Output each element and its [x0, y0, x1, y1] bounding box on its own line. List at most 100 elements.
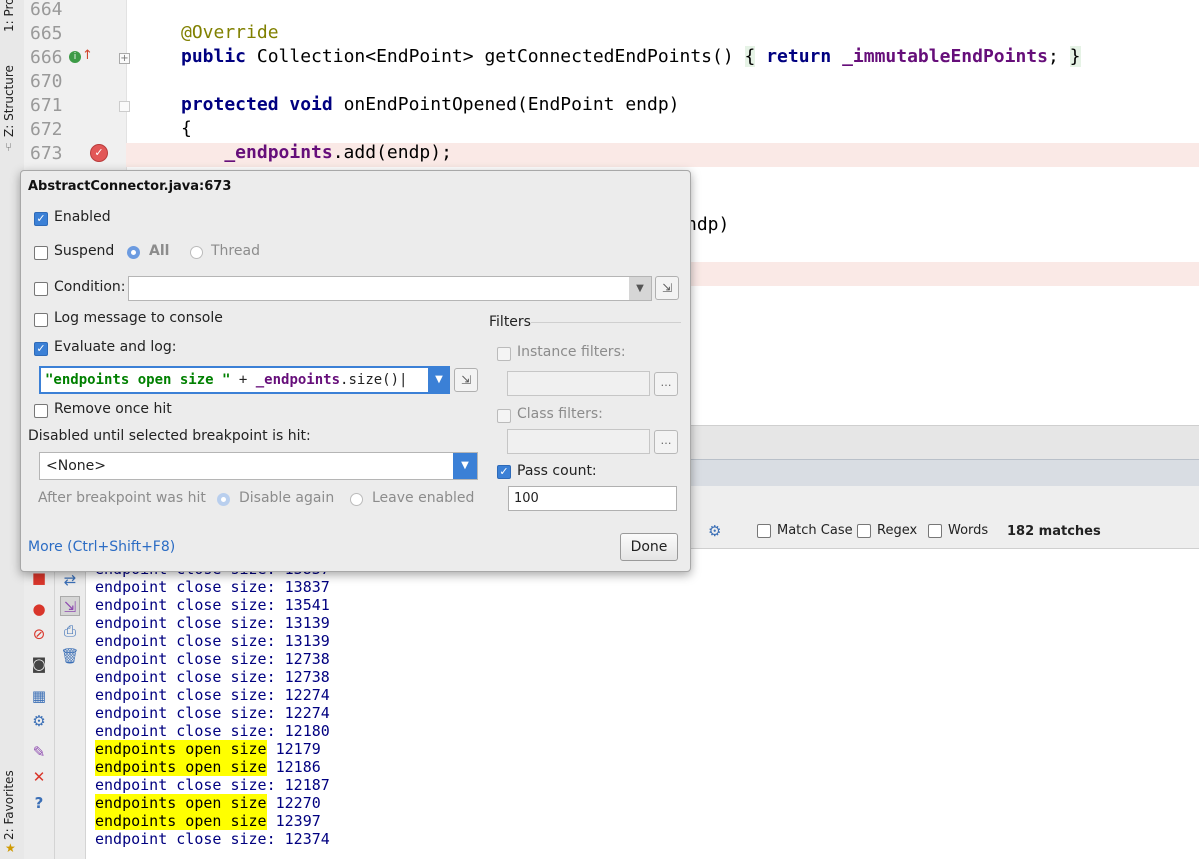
- pass-count-checkbox[interactable]: ✓: [497, 465, 511, 479]
- instance-filters-checkbox[interactable]: [497, 347, 511, 361]
- scroll-to-end-icon[interactable]: ⇲: [60, 596, 80, 616]
- code-line: @Override: [181, 22, 279, 43]
- console-line: endpoints open size 12397: [95, 812, 330, 830]
- brace: {: [744, 46, 756, 67]
- leave-enabled-radio[interactable]: [350, 493, 363, 506]
- code-text: onEndPointOpened(EndPoint endp): [332, 94, 680, 115]
- match-count: 182 matches: [1007, 524, 1101, 539]
- evaluate-dropdown-icon[interactable]: ▼: [428, 366, 450, 394]
- console-text: endpoint close size: 13139: [95, 614, 330, 632]
- more-link[interactable]: More (Ctrl+Shift+F8): [28, 539, 175, 555]
- line-number: 664: [30, 0, 63, 20]
- structure-tool-tab[interactable]: Z: Structure: [2, 65, 16, 137]
- code-line: _endpoints.add(endp);: [181, 142, 452, 163]
- close-icon[interactable]: ✕: [29, 767, 49, 787]
- fold-expand-icon[interactable]: +: [119, 53, 130, 64]
- class-filters-input[interactable]: [507, 429, 650, 454]
- breakpoint-popup: AbstractConnector.java:673 ✓ Enabled Sus…: [20, 170, 691, 572]
- implements-icon[interactable]: i: [69, 51, 81, 63]
- brace: }: [1069, 46, 1081, 67]
- line-number: 670: [30, 71, 63, 92]
- console-line: endpoints open size 12179: [95, 740, 330, 758]
- console-line: endpoint close size: 12738: [95, 650, 330, 668]
- evaluate-label: Evaluate and log:: [54, 339, 177, 355]
- field: _endpoints: [181, 142, 333, 163]
- console-text: 12397: [266, 812, 321, 830]
- enabled-checkbox[interactable]: ✓: [34, 212, 48, 226]
- console-line: endpoint close size: 12738: [95, 668, 330, 686]
- code-text: {: [181, 118, 192, 139]
- camera-icon[interactable]: ◙: [29, 654, 49, 674]
- console-line: endpoint close size: 12180: [95, 722, 330, 740]
- console-text: endpoint close size: 12274: [95, 686, 330, 704]
- suspend-all-radio[interactable]: [127, 246, 140, 259]
- star-icon: ★: [5, 841, 16, 855]
- pin-icon[interactable]: ✎: [29, 742, 49, 762]
- fold-collapse-icon[interactable]: [119, 101, 130, 112]
- condition-expand-icon[interactable]: ⇲: [655, 276, 679, 300]
- popup-title: AbstractConnector.java:673: [28, 179, 232, 194]
- search-highlight: endpoints open size: [95, 794, 267, 812]
- layout-icon[interactable]: ▦: [29, 686, 49, 706]
- console-line: endpoint close size: 12274: [95, 686, 330, 704]
- breakpoint-icon[interactable]: ✓: [90, 144, 108, 162]
- evaluate-expand-icon[interactable]: ⇲: [454, 368, 478, 392]
- condition-input[interactable]: ▼: [128, 276, 652, 301]
- log-message-checkbox[interactable]: [34, 313, 48, 327]
- console-line: endpoint close size: 12187: [95, 776, 330, 794]
- condition-dropdown-icon[interactable]: ▼: [629, 277, 651, 300]
- instance-filters-input[interactable]: [507, 371, 650, 396]
- instance-filters-label: Instance filters:: [517, 344, 626, 360]
- disabled-until-value: <None>: [46, 458, 106, 474]
- code-line: protected void onEndPointOpened(EndPoint…: [181, 94, 680, 115]
- remove-once-hit-checkbox[interactable]: [34, 404, 48, 418]
- suspend-label: Suspend: [54, 243, 115, 259]
- suspend-checkbox[interactable]: [34, 246, 48, 260]
- disabled-until-label: Disabled until selected breakpoint is hi…: [28, 428, 311, 444]
- console-text: endpoint close size: 12180: [95, 722, 330, 740]
- mute-breakpoints-icon[interactable]: ⊘: [29, 624, 49, 644]
- settings-icon[interactable]: ⚙: [708, 522, 721, 540]
- suspend-thread-radio[interactable]: [190, 246, 203, 259]
- console-text: 12186: [266, 758, 321, 776]
- done-button[interactable]: Done: [620, 533, 678, 561]
- soft-wrap-icon[interactable]: ⇄: [60, 570, 80, 590]
- regex-checkbox[interactable]: Regex: [857, 523, 917, 538]
- words-checkbox[interactable]: Words: [928, 523, 988, 538]
- keyword: return: [755, 46, 832, 67]
- keyword: protected: [181, 94, 279, 115]
- disable-again-label: Disable again: [239, 490, 335, 506]
- disable-again-radio[interactable]: [217, 493, 230, 506]
- class-filters-checkbox[interactable]: [497, 409, 511, 423]
- trash-icon[interactable]: 🗑: [60, 646, 80, 666]
- keyword: public: [181, 46, 247, 67]
- console-line: endpoint close size: 12274: [95, 704, 330, 722]
- condition-checkbox[interactable]: [34, 282, 48, 296]
- line-number: 665: [30, 23, 63, 44]
- print-icon[interactable]: ⎙: [60, 621, 80, 641]
- match-case-checkbox[interactable]: Match Case: [757, 523, 853, 538]
- evaluate-checkbox[interactable]: ✓: [34, 342, 48, 356]
- disabled-until-select[interactable]: <None> ▼: [39, 452, 478, 480]
- override-arrow-icon[interactable]: ↑: [82, 48, 93, 63]
- disabled-until-dropdown-icon[interactable]: ▼: [453, 453, 477, 479]
- project-tool-tab[interactable]: 1: Proj: [2, 0, 16, 32]
- console-text: 12270: [266, 794, 321, 812]
- pass-count-input[interactable]: 100: [508, 486, 677, 511]
- evaluate-expression-input[interactable]: "endpoints open size " + _endpoints.size…: [39, 366, 450, 394]
- words-label: Words: [948, 523, 989, 538]
- console-line: endpoint close size: 13541: [95, 596, 330, 614]
- match-case-label: Match Case: [777, 523, 853, 538]
- view-breakpoints-icon[interactable]: ●: [29, 599, 49, 619]
- expr-call: .size(): [340, 372, 400, 388]
- debug-settings-icon[interactable]: ⚙: [29, 711, 49, 731]
- field: _immutableEndPoints: [831, 46, 1048, 67]
- help-icon[interactable]: ?: [29, 793, 49, 813]
- code-line: ndp): [686, 214, 729, 235]
- favorites-tool-tab[interactable]: 2: Favorites: [2, 770, 16, 840]
- enabled-label: Enabled: [54, 209, 111, 225]
- keyword: void: [278, 94, 333, 115]
- instance-filters-browse-button[interactable]: …: [654, 372, 678, 396]
- console-text: endpoint close size: 12738: [95, 668, 330, 686]
- class-filters-browse-button[interactable]: …: [654, 430, 678, 454]
